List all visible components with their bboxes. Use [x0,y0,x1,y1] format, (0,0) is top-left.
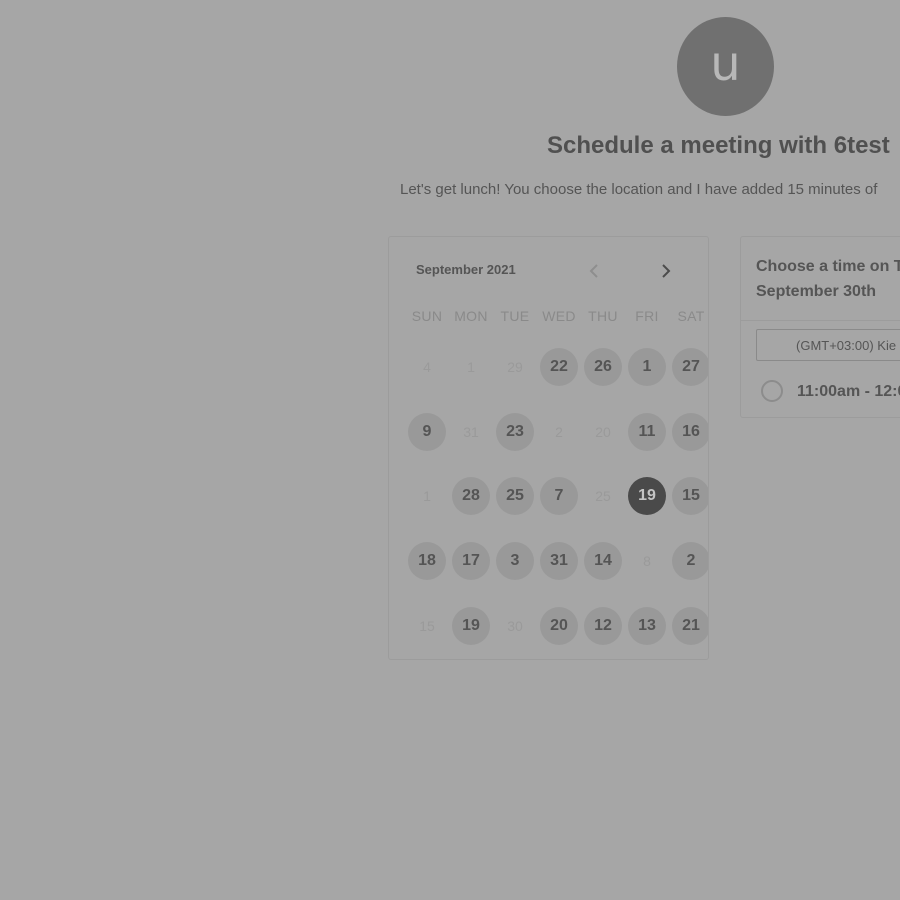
calendar-day[interactable]: 26 [584,348,622,386]
time-selection-panel: Choose a time on T September 30th (GMT+0… [740,236,900,418]
calendar-day[interactable]: 16 [672,413,708,451]
page-title: Schedule a meeting with 6test [547,132,890,159]
calendar-day: 15 [419,618,435,634]
calendar-day[interactable]: 31 [540,542,578,580]
calendar-day: 31 [463,424,479,440]
weekday-label: THU [588,308,618,324]
calendar-day[interactable]: 18 [408,542,446,580]
time-panel-heading: Choose a time on T [756,258,900,275]
calendar-day[interactable]: 17 [452,542,490,580]
scheduling-page: u Schedule a meeting with 6test Let's ge… [0,0,900,900]
calendar-day[interactable]: 3 [496,542,534,580]
calendar-day: 29 [507,359,523,375]
weekday-label: WED [542,308,576,324]
calendar-day[interactable]: 2 [672,542,708,580]
timezone-select[interactable]: (GMT+03:00) Kie [756,329,900,361]
previous-month-button[interactable] [587,263,601,279]
avatar-letter: u [710,35,741,92]
weekday-label: FRI [635,308,659,324]
date-picker-calendar: September 2021 SUN MON TUE WED THU FRI SAT 412… [388,236,709,660]
calendar-day: 8 [643,553,651,569]
calendar-day[interactable]: 12 [584,607,622,645]
host-avatar: u [677,17,774,116]
calendar-day: 20 [595,424,611,440]
calendar-day: 1 [467,359,475,375]
calendar-day[interactable]: 1 [628,348,666,386]
weekday-label: TUE [500,308,530,324]
calendar-day[interactable]: 28 [452,477,490,515]
calendar-day[interactable]: 9 [408,413,446,451]
calendar-day[interactable]: 20 [540,607,578,645]
weekday-label: SUN [411,308,443,324]
calendar-day: 2 [555,424,563,440]
calendar-day: 25 [595,488,611,504]
time-panel-header: Choose a time on T September 30th [741,237,900,321]
calendar-day[interactable]: 7 [540,477,578,515]
calendar-day: 4 [423,359,431,375]
timezone-value: (GMT+03:00) Kie [796,338,897,353]
calendar-day[interactable]: 13 [628,607,666,645]
meeting-description: Let's get lunch! You choose the location… [400,181,878,198]
calendar-day[interactable]: 23 [496,413,534,451]
time-slot-radio[interactable] [761,380,783,402]
time-slot-label[interactable]: 11:00am - 12:0 [797,383,900,401]
calendar-day[interactable]: 25 [496,477,534,515]
month-label: September 2021 [416,262,516,277]
selected-date-label: September 30th [756,283,877,300]
calendar-day[interactable]: 14 [584,542,622,580]
calendar-day[interactable]: 22 [540,348,578,386]
calendar-day: 1 [423,488,431,504]
next-month-button[interactable] [659,263,673,279]
calendar-day: 30 [507,618,523,634]
weekday-label: MON [454,308,488,324]
chevron-right-icon [662,264,671,278]
calendar-day[interactable]: 15 [672,477,708,515]
calendar-day[interactable]: 11 [628,413,666,451]
chevron-left-icon [589,264,598,278]
calendar-day[interactable]: 27 [672,348,708,386]
calendar-day[interactable]: 21 [672,607,708,645]
weekday-label: SAT [677,308,705,324]
calendar-day[interactable]: 19 [452,607,490,645]
calendar-day-selected[interactable]: 19 [628,477,666,515]
